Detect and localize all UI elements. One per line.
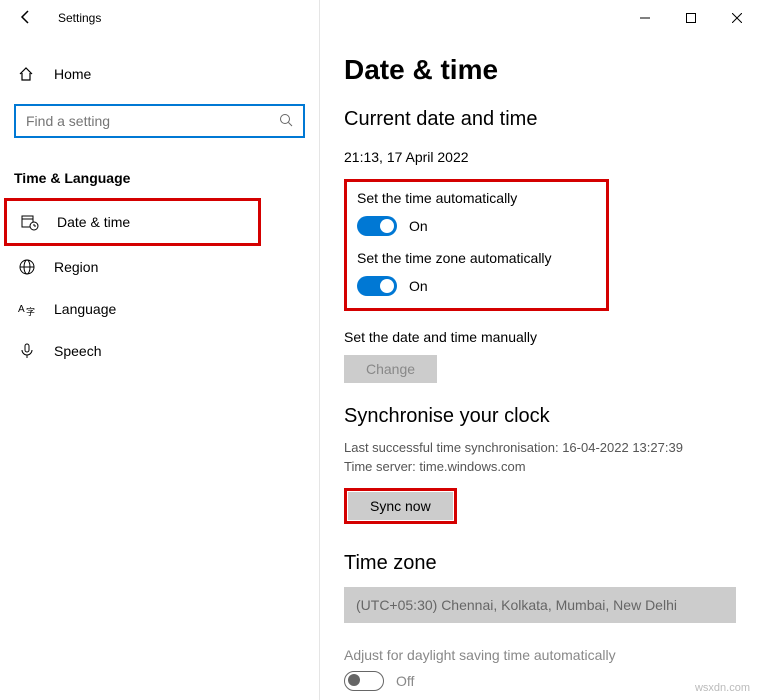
sync-heading: Synchronise your clock <box>344 405 736 428</box>
microphone-icon <box>18 342 36 360</box>
sidebar-item-region[interactable]: Region <box>4 246 315 288</box>
search-icon <box>279 113 293 130</box>
close-button[interactable] <box>714 2 760 34</box>
sidebar-item-speech[interactable]: Speech <box>4 330 315 372</box>
sync-server: Time server: time.windows.com <box>344 459 736 474</box>
search-input[interactable] <box>26 113 279 129</box>
sidebar-item-label: Date & time <box>57 214 130 230</box>
dst-toggle <box>344 671 384 691</box>
minimize-button[interactable] <box>622 2 668 34</box>
subtitle: Current date and time <box>344 108 736 131</box>
home-icon <box>18 66 36 82</box>
sidebar-item-label: Speech <box>54 343 101 359</box>
svg-text:A: A <box>18 304 25 315</box>
sync-last: Last successful time synchronisation: 16… <box>344 440 736 455</box>
sync-highlight: Sync now <box>344 488 457 524</box>
change-button: Change <box>344 355 437 383</box>
sidebar-item-date-time[interactable]: Date & time <box>4 198 261 246</box>
language-icon: A字 <box>18 300 36 318</box>
sidebar-item-language[interactable]: A字 Language <box>4 288 315 330</box>
calendar-clock-icon <box>21 213 39 231</box>
auto-zone-toggle[interactable] <box>357 276 397 296</box>
svg-text:字: 字 <box>26 306 35 317</box>
content-area: Date & time Current date and time 21:13,… <box>320 0 760 700</box>
search-box[interactable] <box>14 104 305 138</box>
watermark: wsxdn.com <box>695 682 750 694</box>
section-header: Time & Language <box>0 166 319 198</box>
sidebar-item-label: Region <box>54 259 98 275</box>
page-title: Date & time <box>344 54 736 86</box>
manual-label: Set the date and time manually <box>344 329 736 345</box>
home-link[interactable]: Home <box>4 56 315 92</box>
home-label: Home <box>54 66 91 82</box>
dst-state: Off <box>396 673 414 689</box>
timezone-heading: Time zone <box>344 552 736 575</box>
app-title: Settings <box>58 11 101 25</box>
auto-settings-highlight: Set the time automatically On Set the ti… <box>344 179 609 311</box>
auto-zone-state: On <box>409 278 428 294</box>
dst-label: Adjust for daylight saving time automati… <box>344 647 736 663</box>
sidebar-item-label: Language <box>54 301 116 317</box>
auto-zone-label: Set the time zone automatically <box>357 250 596 266</box>
auto-time-state: On <box>409 218 428 234</box>
sidebar: Home Time & Language Date & time Reg <box>0 0 320 700</box>
timezone-select: (UTC+05:30) Chennai, Kolkata, Mumbai, Ne… <box>344 587 736 623</box>
current-datetime: 21:13, 17 April 2022 <box>344 149 736 165</box>
auto-time-label: Set the time automatically <box>357 190 596 206</box>
back-button[interactable] <box>18 9 34 28</box>
globe-icon <box>18 258 36 276</box>
maximize-button[interactable] <box>668 2 714 34</box>
auto-time-toggle[interactable] <box>357 216 397 236</box>
sync-now-button[interactable]: Sync now <box>348 492 453 520</box>
